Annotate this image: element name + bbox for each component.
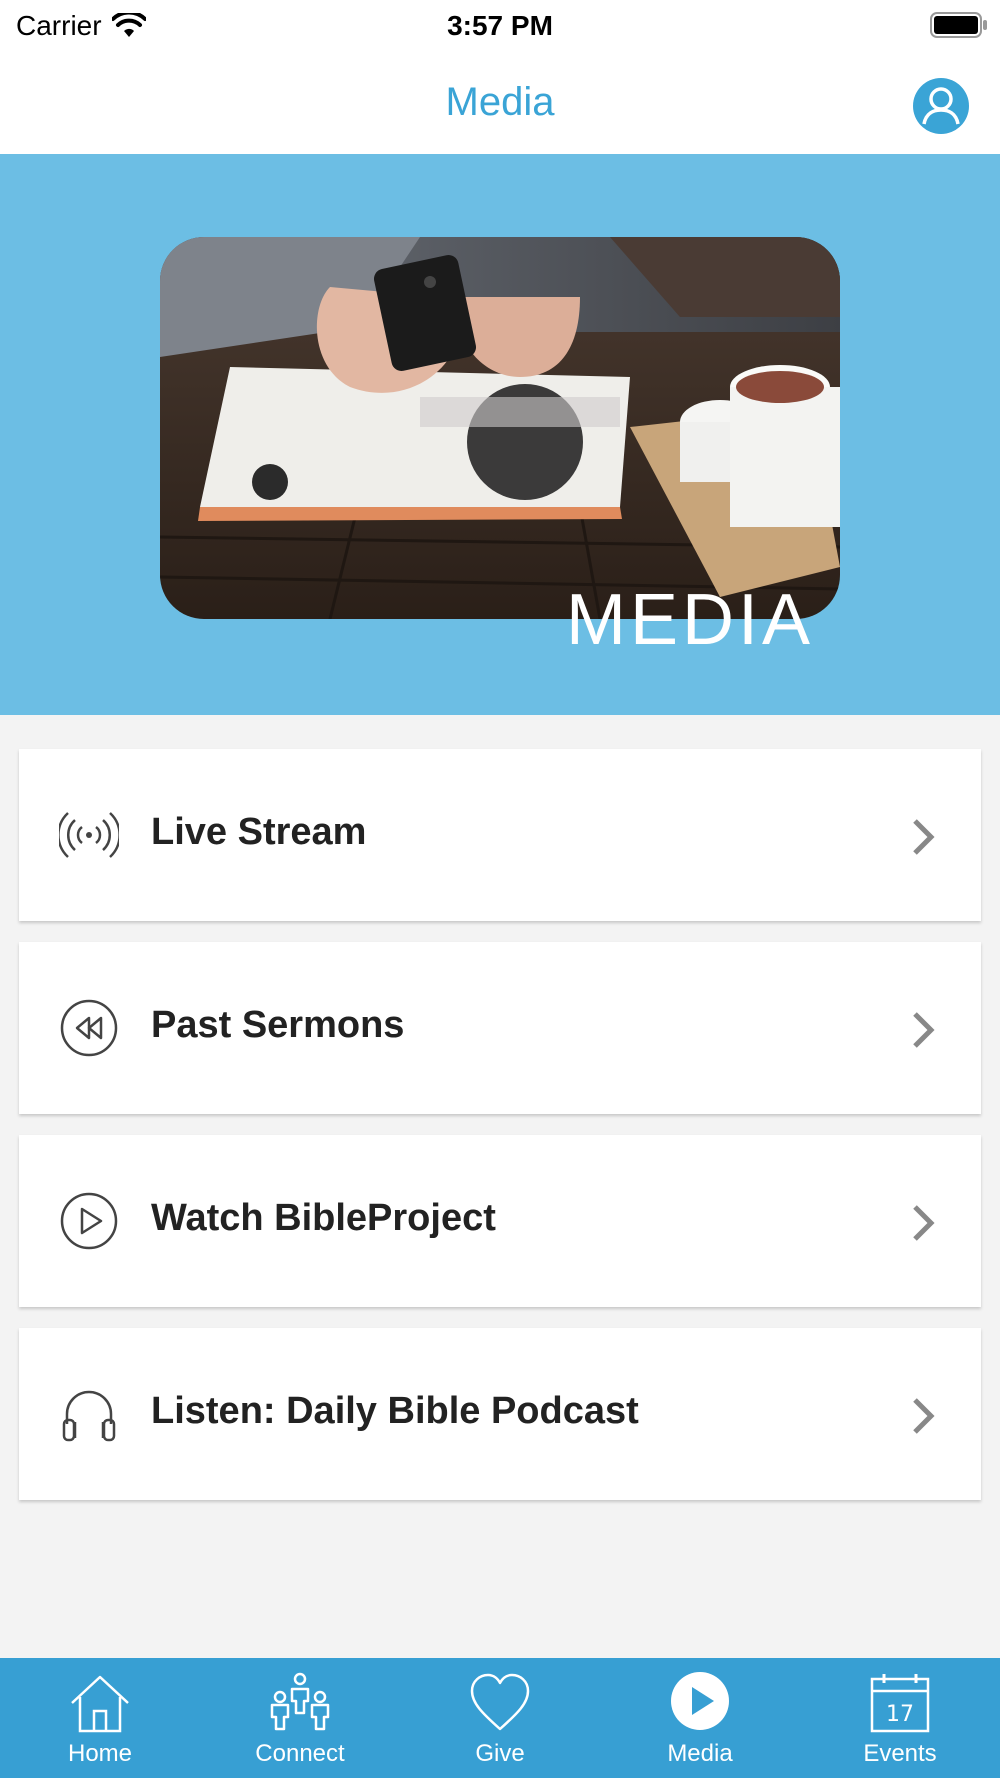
navigation-bar: Media — [0, 50, 1000, 154]
heart-icon — [470, 1673, 530, 1731]
menu-item-label: Past Sermons — [151, 1004, 405, 1046]
tab-events[interactable]: 17 Events — [800, 1658, 1000, 1778]
user-circle-icon[interactable] — [912, 77, 970, 135]
menu-item-label: Listen: Daily Bible Podcast — [151, 1390, 639, 1432]
tab-label: Give — [475, 1740, 525, 1767]
menu-item-label: Watch BibleProject — [151, 1197, 496, 1239]
menu-item-live-stream[interactable]: Live Stream — [19, 749, 981, 921]
rewind-icon — [60, 999, 118, 1057]
menu-item-label: Live Stream — [151, 811, 367, 853]
tab-media[interactable]: Media — [600, 1658, 800, 1778]
home-icon — [71, 1675, 129, 1733]
tab-connect[interactable]: Connect — [200, 1658, 400, 1778]
chevron-right-icon — [913, 819, 935, 855]
status-time: 3:57 PM — [447, 10, 553, 41]
calendar-icon: 17 — [870, 1674, 930, 1733]
status-bar: Carrier 3:57 PM — [0, 0, 1000, 50]
tab-bar: Home Connect Give Media 17 Events — [0, 1658, 1000, 1778]
hero-image — [160, 237, 840, 619]
broadcast-icon — [59, 812, 119, 858]
page-title: Media — [445, 80, 555, 124]
hero-caption: MEDIA — [566, 580, 815, 660]
play-icon — [671, 1672, 729, 1730]
tab-label: Connect — [255, 1740, 345, 1767]
chevron-right-icon — [913, 1205, 935, 1241]
hero-banner: MEDIA — [0, 154, 1000, 715]
battery-icon — [930, 12, 987, 38]
calendar-day: 17 — [886, 1702, 914, 1727]
chevron-right-icon — [913, 1012, 935, 1048]
menu-item-past-sermons[interactable]: Past Sermons — [19, 942, 981, 1114]
menu-item-daily-bible-podcast[interactable]: Listen: Daily Bible Podcast — [19, 1328, 981, 1500]
play-circle-icon — [60, 1192, 118, 1250]
tab-label: Events — [863, 1740, 937, 1767]
people-icon — [270, 1672, 330, 1731]
headphones-icon — [62, 1390, 116, 1442]
tab-label: Home — [67, 1740, 133, 1767]
tab-give[interactable]: Give — [400, 1658, 600, 1778]
tab-label: Media — [667, 1740, 733, 1767]
menu-item-watch-bibleproject[interactable]: Watch BibleProject — [19, 1135, 981, 1307]
chevron-right-icon — [913, 1398, 935, 1434]
tab-home[interactable]: Home — [0, 1658, 200, 1778]
